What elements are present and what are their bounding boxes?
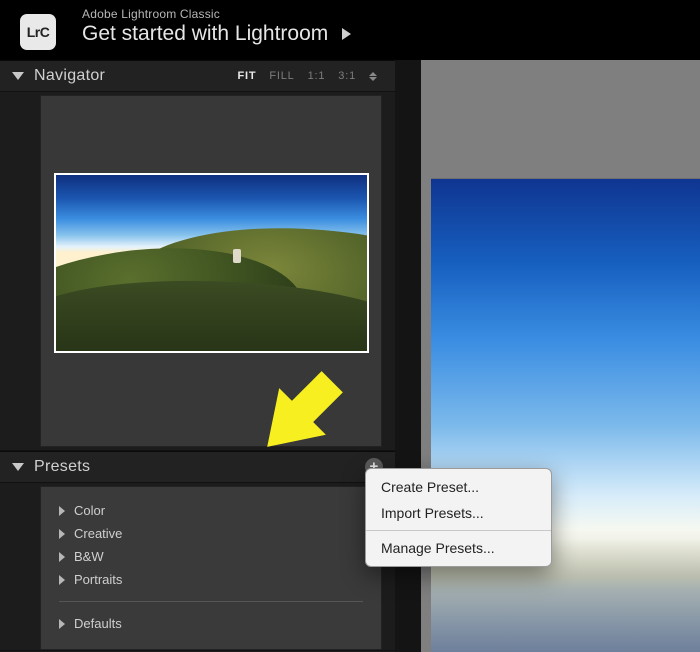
zoom-custom[interactable]: 3:1	[338, 70, 356, 82]
presets-panel: Presets + Color Creative B&W	[0, 451, 395, 651]
preset-group-bw[interactable]: B&W	[59, 545, 363, 568]
preset-group-label: Color	[74, 503, 105, 518]
preset-group-label: Portraits	[74, 572, 122, 587]
preset-group-label: Defaults	[74, 616, 122, 631]
main-image-preview[interactable]	[431, 178, 700, 652]
left-panel-column: Navigator FIT FILL 1:1 3:1	[0, 60, 395, 652]
zoom-fill[interactable]: FILL	[269, 70, 294, 82]
zoom-stepper[interactable]	[369, 72, 377, 81]
zoom-fit[interactable]: FIT	[237, 70, 256, 82]
chevron-down-icon	[369, 77, 377, 81]
navigator-panel: Navigator FIT FILL 1:1 3:1	[0, 60, 395, 451]
navigator-preview[interactable]	[54, 173, 369, 353]
header-text-block: Adobe Lightroom Classic Get started with…	[82, 7, 351, 46]
app-name-label: Adobe Lightroom Classic	[82, 7, 351, 21]
presets-title: Presets	[34, 458, 90, 476]
menu-item-manage-presets[interactable]: Manage Presets...	[366, 535, 551, 561]
preset-group-color[interactable]: Color	[59, 499, 363, 522]
chevron-right-icon	[59, 552, 65, 562]
preset-group-creative[interactable]: Creative	[59, 522, 363, 545]
chevron-right-icon	[59, 575, 65, 585]
chevron-up-icon	[369, 72, 377, 76]
main-area: Navigator FIT FILL 1:1 3:1	[0, 60, 700, 652]
preset-group-label: B&W	[74, 549, 104, 564]
headline-row[interactable]: Get started with Lightroom	[82, 22, 351, 46]
disclosure-down-icon	[12, 72, 24, 80]
app-icon: LrC	[20, 14, 56, 50]
preset-group-defaults[interactable]: Defaults	[59, 612, 363, 635]
chevron-right-icon	[59, 529, 65, 539]
navigator-title: Navigator	[34, 67, 105, 85]
divider	[59, 601, 363, 602]
navigator-zoom-modes: FIT FILL 1:1 3:1	[237, 61, 377, 91]
presets-body: Color Creative B&W Portraits Defaul	[40, 486, 382, 650]
app-icon-label: LrC	[27, 24, 50, 40]
navigator-body	[40, 95, 382, 447]
chevron-right-icon	[59, 619, 65, 629]
menu-item-import-presets[interactable]: Import Presets...	[366, 500, 551, 526]
preset-group-label: Creative	[74, 526, 122, 541]
preset-context-menu: Create Preset... Import Presets... Manag…	[365, 468, 552, 567]
zoom-1to1[interactable]: 1:1	[308, 70, 326, 82]
menu-item-create-preset[interactable]: Create Preset...	[366, 474, 551, 500]
preset-group-portraits[interactable]: Portraits	[59, 568, 363, 591]
chevron-right-icon	[59, 506, 65, 516]
menu-separator	[366, 530, 551, 531]
play-icon	[342, 28, 351, 40]
disclosure-down-icon	[12, 463, 24, 471]
headline-label: Get started with Lightroom	[82, 22, 328, 46]
app-header: LrC Adobe Lightroom Classic Get started …	[0, 0, 700, 60]
presets-panel-header[interactable]: Presets +	[0, 451, 395, 483]
navigator-panel-header[interactable]: Navigator FIT FILL 1:1 3:1	[0, 60, 395, 92]
